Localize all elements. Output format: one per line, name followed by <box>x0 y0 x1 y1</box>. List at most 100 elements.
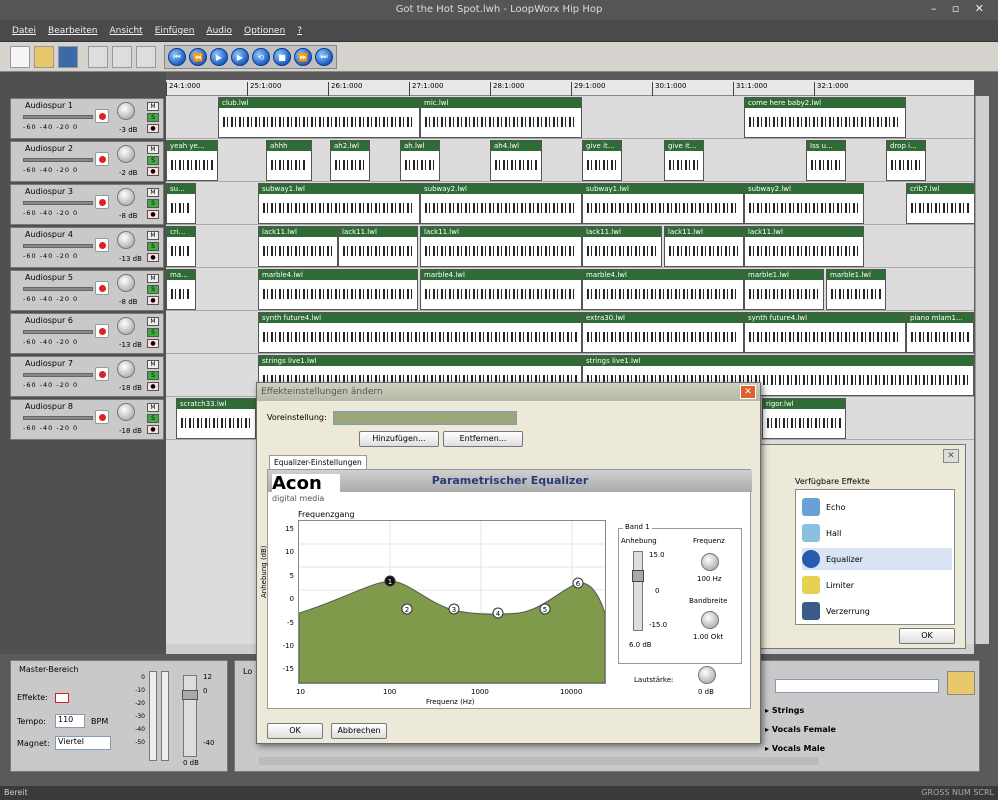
volume-slider[interactable] <box>23 201 93 205</box>
solo-button[interactable]: S <box>147 156 159 165</box>
audio-clip[interactable]: synth future4.lwl <box>258 312 582 353</box>
open-folder-icon[interactable] <box>947 671 975 695</box>
volume-slider[interactable] <box>23 330 93 334</box>
remove-button[interactable]: Entfernen... <box>443 431 523 447</box>
pan-knob[interactable] <box>117 274 135 292</box>
ok-button[interactable]: OK <box>267 723 323 739</box>
solo-button[interactable]: S <box>147 285 159 294</box>
menu-optionen[interactable]: Optionen <box>244 26 285 36</box>
rewind-icon[interactable]: ⏪ <box>189 48 207 66</box>
volume-slider[interactable] <box>23 287 93 291</box>
play-icon[interactable]: ▶ <box>210 48 228 66</box>
track-lane[interactable]: ma... marble4.lwl marble4.lwl marble4.lwl ma… <box>166 268 974 311</box>
track-header[interactable]: Audiospur 8 -60 -40 -20 0 -18 dB M S ● <box>10 399 164 440</box>
record-arm-icon[interactable] <box>95 324 109 338</box>
timeline-ruler[interactable]: 24:1:000 25:1:000 26:1:000 27:1:000 28:1:000… <box>166 80 974 96</box>
effects-ok-button[interactable]: OK <box>899 628 955 644</box>
track-lane[interactable]: su... subway1.lwl subway2.lwl subway1.lwl su… <box>166 182 974 225</box>
cancel-button[interactable]: Abbrechen <box>331 723 387 739</box>
bandwidth-knob[interactable] <box>701 611 719 629</box>
volume-slider[interactable] <box>23 373 93 377</box>
audio-clip[interactable]: give it... <box>582 140 622 181</box>
cut-icon[interactable] <box>88 46 108 68</box>
gain-slider[interactable] <box>632 551 644 631</box>
audio-clip[interactable]: ah2.lwl <box>330 140 370 181</box>
mute-button[interactable]: M <box>147 317 159 326</box>
record-button[interactable]: ● <box>147 425 159 434</box>
mute-button[interactable]: M <box>147 360 159 369</box>
menu-datei[interactable]: Datei <box>12 26 36 36</box>
effect-hall[interactable]: Hall <box>802 522 952 544</box>
record-arm-icon[interactable] <box>95 281 109 295</box>
audio-clip[interactable]: come here baby2.lwl <box>744 97 906 138</box>
track-lane[interactable]: club.lwl mic.lwl come here baby2.lwl <box>166 96 974 139</box>
list-item[interactable]: ▸ Vocals Female <box>765 720 836 739</box>
record-arm-icon[interactable] <box>95 195 109 209</box>
tempo-field[interactable]: 110 <box>55 714 85 728</box>
audio-clip[interactable]: ah4.lwl <box>490 140 542 181</box>
audio-clip[interactable]: lack11.lwl <box>744 226 864 267</box>
master-fader[interactable] <box>182 675 198 757</box>
audio-clip[interactable]: marble1.lwl <box>744 269 824 310</box>
track-lane[interactable]: yeah ye... ahhh ah2.lwl ah.lwl ah4.lwl give i… <box>166 139 974 182</box>
audio-clip[interactable]: ahhh <box>266 140 312 181</box>
audio-clip[interactable]: lack11.lwl <box>582 226 662 267</box>
track-header[interactable]: Audiospur 3 -60 -40 -20 0 -8 dB M S ● <box>10 184 164 225</box>
forward-icon[interactable]: ⏩ <box>294 48 312 66</box>
solo-button[interactable]: S <box>147 414 159 423</box>
track-header[interactable]: Audiospur 4 -60 -40 -20 0 -13 dB M S ● <box>10 227 164 268</box>
audio-clip[interactable]: lack11.lwl <box>338 226 418 267</box>
audio-clip[interactable]: marble4.lwl <box>582 269 744 310</box>
record-arm-icon[interactable] <box>95 238 109 252</box>
audio-clip[interactable]: marble1.lwl <box>826 269 886 310</box>
preset-select[interactable] <box>333 411 517 425</box>
record-button[interactable]: ● <box>147 210 159 219</box>
loop-icon[interactable]: ⟲ <box>252 48 270 66</box>
magnet-select[interactable]: Viertel <box>55 736 111 750</box>
pan-knob[interactable] <box>117 317 135 335</box>
track-header[interactable]: Audiospur 7 -60 -40 -20 0 -18 dB M S ● <box>10 356 164 397</box>
audio-clip[interactable]: subway2.lwl <box>744 183 864 224</box>
effect-verzerrung[interactable]: Verzerrung <box>802 600 952 622</box>
audio-clip[interactable]: subway2.lwl <box>420 183 582 224</box>
effect-equalizer[interactable]: Equalizer <box>802 548 952 570</box>
volume-slider[interactable] <box>23 244 93 248</box>
menu-help[interactable]: ? <box>297 26 302 36</box>
audio-clip[interactable]: lack11.lwl <box>258 226 338 267</box>
mute-button[interactable]: M <box>147 102 159 111</box>
audio-clip[interactable]: ma... <box>166 269 196 310</box>
loop-browser-tab[interactable]: Lo <box>243 667 252 676</box>
audio-clip[interactable]: lack11.lwl <box>664 226 744 267</box>
loop-scrollbar[interactable] <box>259 757 819 765</box>
menu-bearbeiten[interactable]: Bearbeiten <box>48 26 97 36</box>
save-icon[interactable] <box>58 46 78 68</box>
volume-slider[interactable] <box>23 115 93 119</box>
solo-button[interactable]: S <box>147 199 159 208</box>
close-icon[interactable]: ✕ <box>740 385 756 399</box>
volume-knob[interactable] <box>698 666 716 684</box>
record-button[interactable]: ● <box>147 253 159 262</box>
new-file-icon[interactable] <box>10 46 30 68</box>
record-arm-icon[interactable] <box>95 109 109 123</box>
audio-clip[interactable]: subway1.lwl <box>582 183 744 224</box>
paste-icon[interactable] <box>136 46 156 68</box>
audio-clip[interactable]: mic.lwl <box>420 97 582 138</box>
volume-slider[interactable] <box>23 416 93 420</box>
track-lane[interactable]: synth future4.lwl extra30.lwl synth future… <box>166 311 974 354</box>
track-lane[interactable]: cri... lack11.lwl lack11.lwl lack11.lwl lack… <box>166 225 974 268</box>
play-loop-icon[interactable]: ▶ <box>231 48 249 66</box>
volume-slider[interactable] <box>23 158 93 162</box>
pan-knob[interactable] <box>117 145 135 163</box>
solo-button[interactable]: S <box>147 242 159 251</box>
pan-knob[interactable] <box>117 403 135 421</box>
track-header[interactable]: Audiospur 1 -60 -40 -20 0 -3 dB M S ● <box>10 98 164 139</box>
track-header[interactable]: Audiospur 2 -60 -40 -20 0 -2 dB M S ● <box>10 141 164 182</box>
record-arm-icon[interactable] <box>95 410 109 424</box>
audio-clip[interactable]: give it... <box>664 140 704 181</box>
mute-button[interactable]: M <box>147 188 159 197</box>
mute-button[interactable]: M <box>147 231 159 240</box>
audio-clip[interactable]: subway1.lwl <box>258 183 420 224</box>
audio-clip[interactable]: su... <box>166 183 196 224</box>
record-arm-icon[interactable] <box>95 367 109 381</box>
list-item[interactable]: ▸ Strings <box>765 701 836 720</box>
